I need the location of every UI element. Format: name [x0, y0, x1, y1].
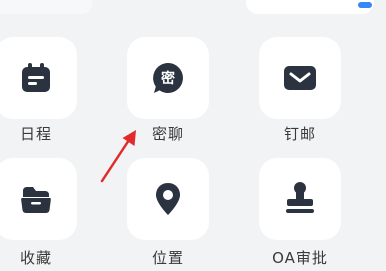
top-card-right[interactable] — [246, 0, 374, 14]
app-tile[interactable]: 密 — [127, 37, 209, 119]
app-tile[interactable] — [259, 37, 341, 119]
app-tile[interactable] — [0, 37, 77, 119]
app-label: 日程 — [19, 125, 52, 143]
top-card-accent — [358, 2, 372, 8]
app-tile[interactable] — [127, 158, 209, 240]
top-area — [0, 0, 386, 14]
folder-icon — [19, 183, 53, 215]
app-label: 钉邮 — [283, 125, 316, 143]
secret-chat-icon: 密 — [150, 60, 186, 96]
app-label: OA审批 — [272, 249, 328, 267]
secret-chat-glyph: 密 — [160, 70, 175, 87]
top-card-left — [0, 0, 92, 14]
app-label: 收藏 — [19, 249, 52, 267]
mail-icon — [282, 63, 318, 93]
app-label: 密聊 — [151, 125, 184, 143]
calendar-icon — [19, 61, 53, 95]
location-pin-icon — [153, 181, 183, 217]
app-label: 位置 — [151, 249, 184, 267]
stamp-icon — [283, 181, 317, 217]
app-tile[interactable] — [0, 158, 77, 240]
app-tile[interactable] — [259, 158, 341, 240]
